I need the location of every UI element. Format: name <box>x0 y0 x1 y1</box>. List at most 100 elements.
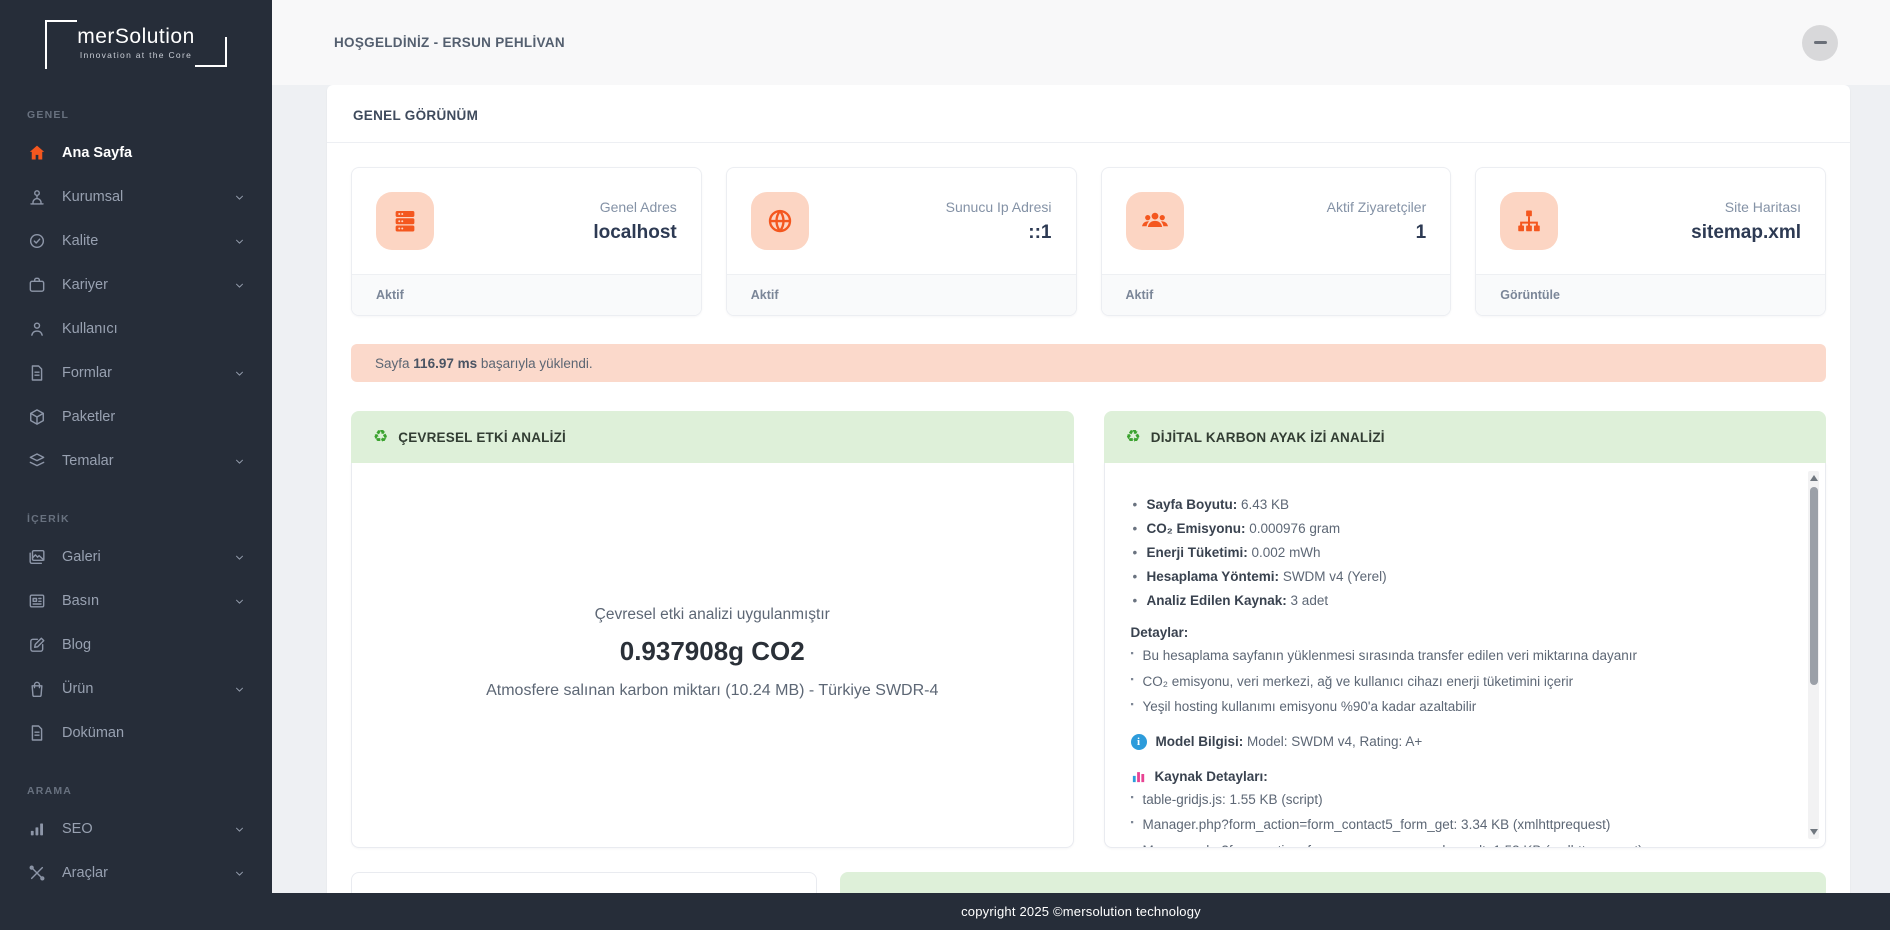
brand-tagline: Innovation at the Core <box>79 50 193 61</box>
sidebar: merSolution Innovation at the Core GENEL… <box>0 0 272 930</box>
carbon-details-list: Bu hesaplama sayfanın yüklenmesi sırasın… <box>1131 647 1780 716</box>
panel-scrollbar[interactable] <box>1808 471 1819 839</box>
app-root: merSolution Innovation at the Core GENEL… <box>0 0 1890 930</box>
environmental-impact-panel: ♻ ÇEVRESEL ETKİ ANALİZİ Çevresel etki an… <box>351 411 1074 848</box>
chevron-down-icon <box>233 367 246 380</box>
card-footer-link[interactable]: Aktif <box>726 274 1076 315</box>
sidebar-item-temalar[interactable]: Temalar <box>0 439 272 483</box>
analysis-panels-row: ♻ ÇEVRESEL ETKİ ANALİZİ Çevresel etki an… <box>351 411 1826 848</box>
sidebar-item-ana-sayfa[interactable]: Ana Sayfa <box>0 131 272 175</box>
sidebar-item-seo[interactable]: SEO <box>0 807 272 851</box>
carbon-resource-item: Manager.php?form_action=form_contact5_fo… <box>1131 816 1780 834</box>
sidebar-item-blog[interactable]: Blog <box>0 623 272 667</box>
gallery-icon <box>27 547 47 567</box>
sidebar-item-galeri[interactable]: Galeri <box>0 535 272 579</box>
user-menu-button[interactable] <box>1802 24 1838 61</box>
summary-card-body: Sunucu Ip Adresi ::1 <box>727 168 1076 274</box>
blog-icon <box>27 635 47 655</box>
sidebar-section: ARAMA SEO Araçlar <box>0 785 272 895</box>
sidebar-item-label: Paketler <box>62 409 116 426</box>
summary-card-text: Site Haritası sitemap.xml <box>1691 199 1801 244</box>
copyright-text: copyright 2025 ©mersolution technology <box>961 904 1201 919</box>
partial-panel-header-green <box>840 872 1826 893</box>
carbon-stat-item: Sayfa Boyutu: 6.43 KB <box>1131 497 1780 512</box>
sidebar-item-dok-man[interactable]: Doküman <box>0 711 272 755</box>
themes-icon <box>27 451 47 471</box>
summary-cards-row: Genel Adres localhost Aktif Sunucu Ip Ad… <box>351 167 1826 316</box>
sidebar-item-kalite[interactable]: Kalite <box>0 219 272 263</box>
carbon-footprint-header: ♻ DİJİTAL KARBON AYAK İZİ ANALİZİ <box>1103 411 1826 463</box>
card-footer-link[interactable]: Aktif <box>352 274 701 315</box>
quality-badge-icon <box>27 231 47 251</box>
overview-panel: GENEL GÖRÜNÜM Genel Adres localhost Akti… <box>327 85 1850 893</box>
card-footer-link[interactable]: Görüntüle <box>1476 274 1825 315</box>
chevron-down-icon <box>233 595 246 608</box>
next-panels-row-partial <box>351 872 1826 893</box>
card-value: 1 <box>1415 221 1427 243</box>
carbon-stat-item: Hesaplama Yöntemi: SWDM v4 (Yerel) <box>1131 569 1780 584</box>
card-label: Genel Adres <box>599 198 677 215</box>
press-icon <box>27 591 47 611</box>
sidebar-item-kariyer[interactable]: Kariyer <box>0 263 272 307</box>
overview-panel-body: Genel Adres localhost Aktif Sunucu Ip Ad… <box>327 143 1850 893</box>
product-icon <box>27 679 47 699</box>
sidebar-item-label: Kullanıcı <box>62 321 118 338</box>
sidebar-item-ara-lar[interactable]: Araçlar <box>0 851 272 895</box>
sidebar-item-label: Kariyer <box>62 277 108 294</box>
welcome-text: HOŞGELDİNİZ - ERSUN PEHLİVAN <box>334 35 565 50</box>
sidebar-section: İÇERİK Galeri Basın Blog Ürün Doküman <box>0 513 272 755</box>
dash-icon <box>1813 41 1827 44</box>
sidebar-item-label: Kalite <box>62 233 99 250</box>
eco-carbon-detail: Atmosfere salınan karbon miktarı (10.24 … <box>486 682 939 700</box>
model-info-value: Model: SWDM v4, Rating: A+ <box>1247 734 1423 750</box>
chevron-down-icon <box>233 279 246 292</box>
summary-card-body: Site Haritası sitemap.xml <box>1476 168 1825 274</box>
carbon-resource-item: Manager.php?form_action=form_seo_page_sp… <box>1131 842 1780 847</box>
sidebar-item-bas-n[interactable]: Basın <box>0 579 272 623</box>
sidebar-item-label: Formlar <box>62 365 112 382</box>
topbar: HOŞGELDİNİZ - ERSUN PEHLİVAN <box>272 0 1890 85</box>
brand-logo-frame: merSolution Innovation at the Core <box>45 20 227 70</box>
sidebar-nav: GENEL Ana Sayfa Kurumsal Kalite Kariyer … <box>0 109 272 895</box>
server-icon <box>376 192 434 250</box>
scroll-down-arrow-icon[interactable] <box>1809 829 1818 835</box>
card-label: Site Haritası <box>1724 198 1801 215</box>
sidebar-item--r-n[interactable]: Ürün <box>0 667 272 711</box>
visitors-icon <box>1125 192 1184 250</box>
alert-text-suffix: başarıyla yüklendi. <box>480 355 593 371</box>
sidebar-item-kurumsal[interactable]: Kurumsal <box>0 175 272 219</box>
globe-icon <box>750 192 809 250</box>
carbon-footprint-body: Sayfa Boyutu: 6.43 KB CO₂ Emisyonu: 0.000… <box>1103 463 1826 848</box>
organization-icon <box>27 187 47 207</box>
chevron-down-icon <box>233 551 246 564</box>
scrollbar-thumb[interactable] <box>1809 487 1818 685</box>
summary-card: Aktif Ziyaretçiler 1 Aktif <box>1100 167 1452 316</box>
summary-card: Sunucu Ip Adresi ::1 Aktif <box>725 167 1077 316</box>
carbon-detail-item: Yeşil hosting kullanımı emisyonu %90'a k… <box>1131 698 1780 716</box>
brand-name: merSolution <box>77 25 195 48</box>
document-icon <box>27 723 47 743</box>
card-footer-link[interactable]: Aktif <box>1101 274 1451 315</box>
chevron-down-icon <box>233 867 246 880</box>
sidebar-item-label: Basın <box>62 593 100 610</box>
main-area: HOŞGELDİNİZ - ERSUN PEHLİVAN GENEL GÖRÜN… <box>272 0 1890 930</box>
sidebar-section-label: GENEL <box>27 109 70 122</box>
model-info-text: Model Bilgisi: Model: SWDM v4, Rating: A… <box>1156 734 1423 749</box>
scroll-up-arrow-icon[interactable] <box>1809 475 1818 481</box>
carbon-stat-item: CO₂ Emisyonu: 0.000976 gram <box>1131 521 1780 536</box>
sidebar-item-label: Ürün <box>62 681 94 698</box>
model-info-label: Model Bilgisi: <box>1155 734 1244 750</box>
summary-card-text: Sunucu Ip Adresi ::1 <box>946 199 1052 244</box>
sidebar-item-paketler[interactable]: Paketler <box>0 395 272 439</box>
eco-co2-amount: 0.937908g CO2 <box>619 636 805 667</box>
sidebar-section: GENEL Ana Sayfa Kurumsal Kalite Kariyer … <box>0 109 272 483</box>
card-value: sitemap.xml <box>1691 221 1801 243</box>
chevron-down-icon <box>233 455 246 468</box>
bar-chart-icon <box>1131 769 1146 784</box>
sidebar-item-formlar[interactable]: Formlar <box>0 351 272 395</box>
tools-icon <box>27 863 47 883</box>
info-icon: i <box>1130 733 1147 750</box>
card-label: Aktif Ziyaretçiler <box>1326 198 1427 215</box>
sidebar-item-label: Kurumsal <box>62 189 124 206</box>
sidebar-item-kullan-c-[interactable]: Kullanıcı <box>0 307 272 351</box>
